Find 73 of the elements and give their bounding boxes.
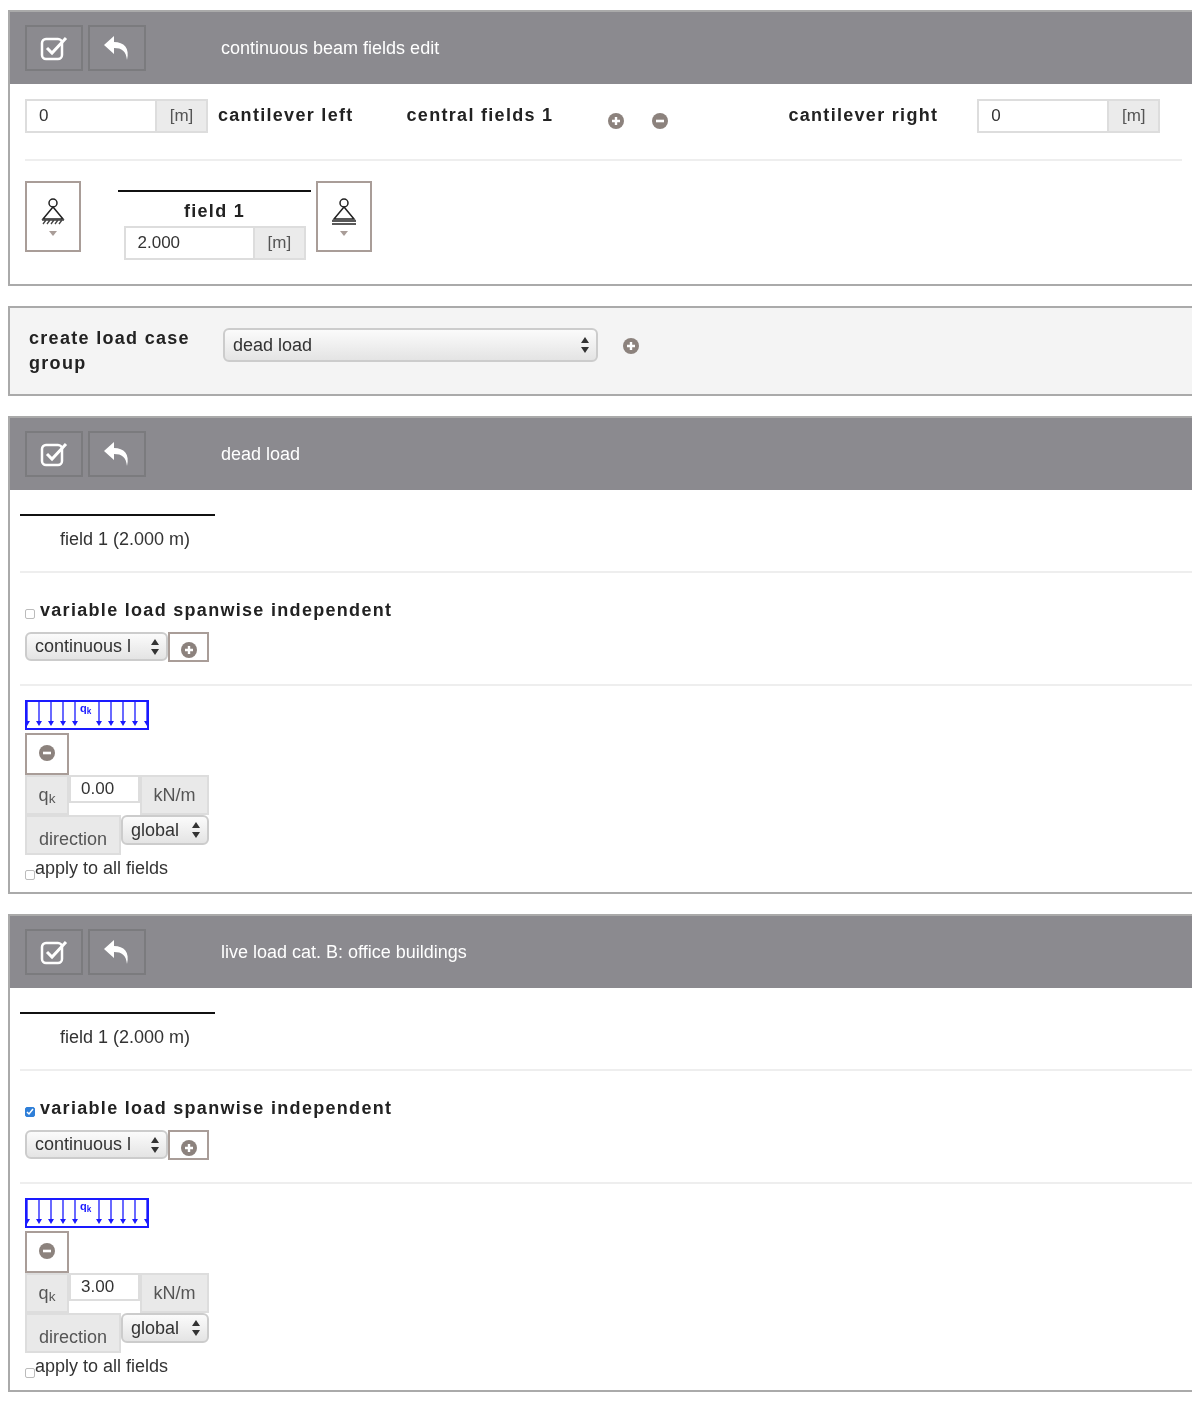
caret-icon: [340, 230, 348, 236]
select-arrows-icon: [191, 821, 201, 840]
checkbox-label: apply to all fields: [35, 857, 169, 881]
load-symbol: q$_{k}$: [80, 1201, 92, 1213]
field-label: field 1 (2.000 m): [60, 1027, 191, 1048]
input-field[interactable]: 0: [977, 99, 1108, 133]
select-arrows-icon: [150, 1135, 160, 1154]
unit-label: [m]: [253, 226, 306, 260]
undo-button[interactable]: [88, 25, 146, 71]
unit-label: kN/m: [140, 1273, 209, 1314]
undo-button[interactable]: [88, 431, 146, 478]
support-button[interactable]: [316, 181, 372, 252]
minus-icon: [39, 1243, 55, 1260]
add-load-button[interactable]: [168, 1130, 209, 1161]
minus-icon: [652, 113, 669, 129]
add-load-case-button[interactable]: [623, 338, 639, 354]
select-arrows-icon: [150, 637, 160, 656]
roller-support-icon: [330, 197, 358, 225]
checkbox-icon: [40, 939, 68, 966]
remove-load-button[interactable]: [25, 1231, 69, 1274]
checkbox-label: variable load spanwise independent: [40, 1097, 393, 1121]
unit-label: [m]: [1107, 99, 1161, 133]
unit-label: [m]: [155, 99, 208, 133]
direction-select[interactable]: global: [121, 1313, 209, 1344]
plus-icon: [608, 113, 625, 129]
add-field-button[interactable]: [608, 113, 625, 129]
value-field[interactable]: 3.00: [69, 1273, 140, 1302]
value-field[interactable]: 0.00: [69, 775, 140, 804]
confirm-button[interactable]: [25, 431, 83, 478]
panel-title: live load cat. B: office buildings: [221, 940, 467, 964]
load-case-group-label: create load case group: [29, 327, 191, 376]
select-arrows-icon: [191, 1319, 201, 1338]
confirm-button[interactable]: [25, 25, 83, 71]
input-field[interactable]: 0: [25, 99, 155, 133]
load-symbol-label: q$_{k}$: [25, 775, 69, 816]
unit-label: kN/m: [140, 775, 209, 816]
confirm-button[interactable]: [25, 929, 83, 976]
load-type-select[interactable]: continuous l: [25, 632, 168, 662]
checkbox[interactable]: [25, 1106, 35, 1117]
direction-label: direction: [25, 1313, 121, 1354]
checkbox-icon: [40, 35, 68, 61]
plus-icon: [180, 1140, 197, 1157]
undo-button[interactable]: [88, 929, 146, 976]
plus-icon: [180, 642, 197, 659]
select-arrows-icon: [580, 336, 590, 354]
direction-select[interactable]: global: [121, 815, 209, 846]
remove-load-button[interactable]: [25, 733, 69, 776]
load-symbol: q$_{k}$: [80, 703, 92, 715]
checkbox[interactable]: [25, 870, 35, 881]
checkbox-label: apply to all fields: [35, 1355, 169, 1379]
load-case-select[interactable]: dead load: [223, 328, 598, 362]
checkbox[interactable]: [25, 1368, 35, 1379]
load-symbol-label: q$_{k}$: [25, 1273, 69, 1314]
checkbox-label: variable load spanwise independent: [40, 599, 393, 623]
checkbox-icon: [40, 441, 68, 468]
field-label: field 1 (2.000 m): [60, 529, 191, 550]
remove-field-button[interactable]: [652, 113, 669, 129]
checkbox[interactable]: [25, 608, 35, 619]
add-load-button[interactable]: [168, 632, 209, 663]
cantilever-left-label: cantilever left: [218, 104, 354, 127]
field-label: field 1: [183, 202, 246, 220]
fixed-support-icon: [39, 197, 67, 225]
cantilever-right-label: cantilever right: [788, 104, 939, 127]
panel-title: dead load: [221, 442, 301, 466]
load-type-select[interactable]: continuous l: [25, 1130, 168, 1160]
input-field[interactable]: 2.000: [123, 226, 254, 260]
central-fields-label: central fields 1: [406, 104, 554, 127]
minus-icon: [39, 745, 55, 762]
support-button[interactable]: [25, 181, 81, 252]
caret-icon: [49, 230, 57, 236]
panel-title: continuous beam fields edit: [221, 36, 440, 60]
plus-icon: [623, 338, 639, 354]
direction-label: direction: [25, 815, 121, 856]
